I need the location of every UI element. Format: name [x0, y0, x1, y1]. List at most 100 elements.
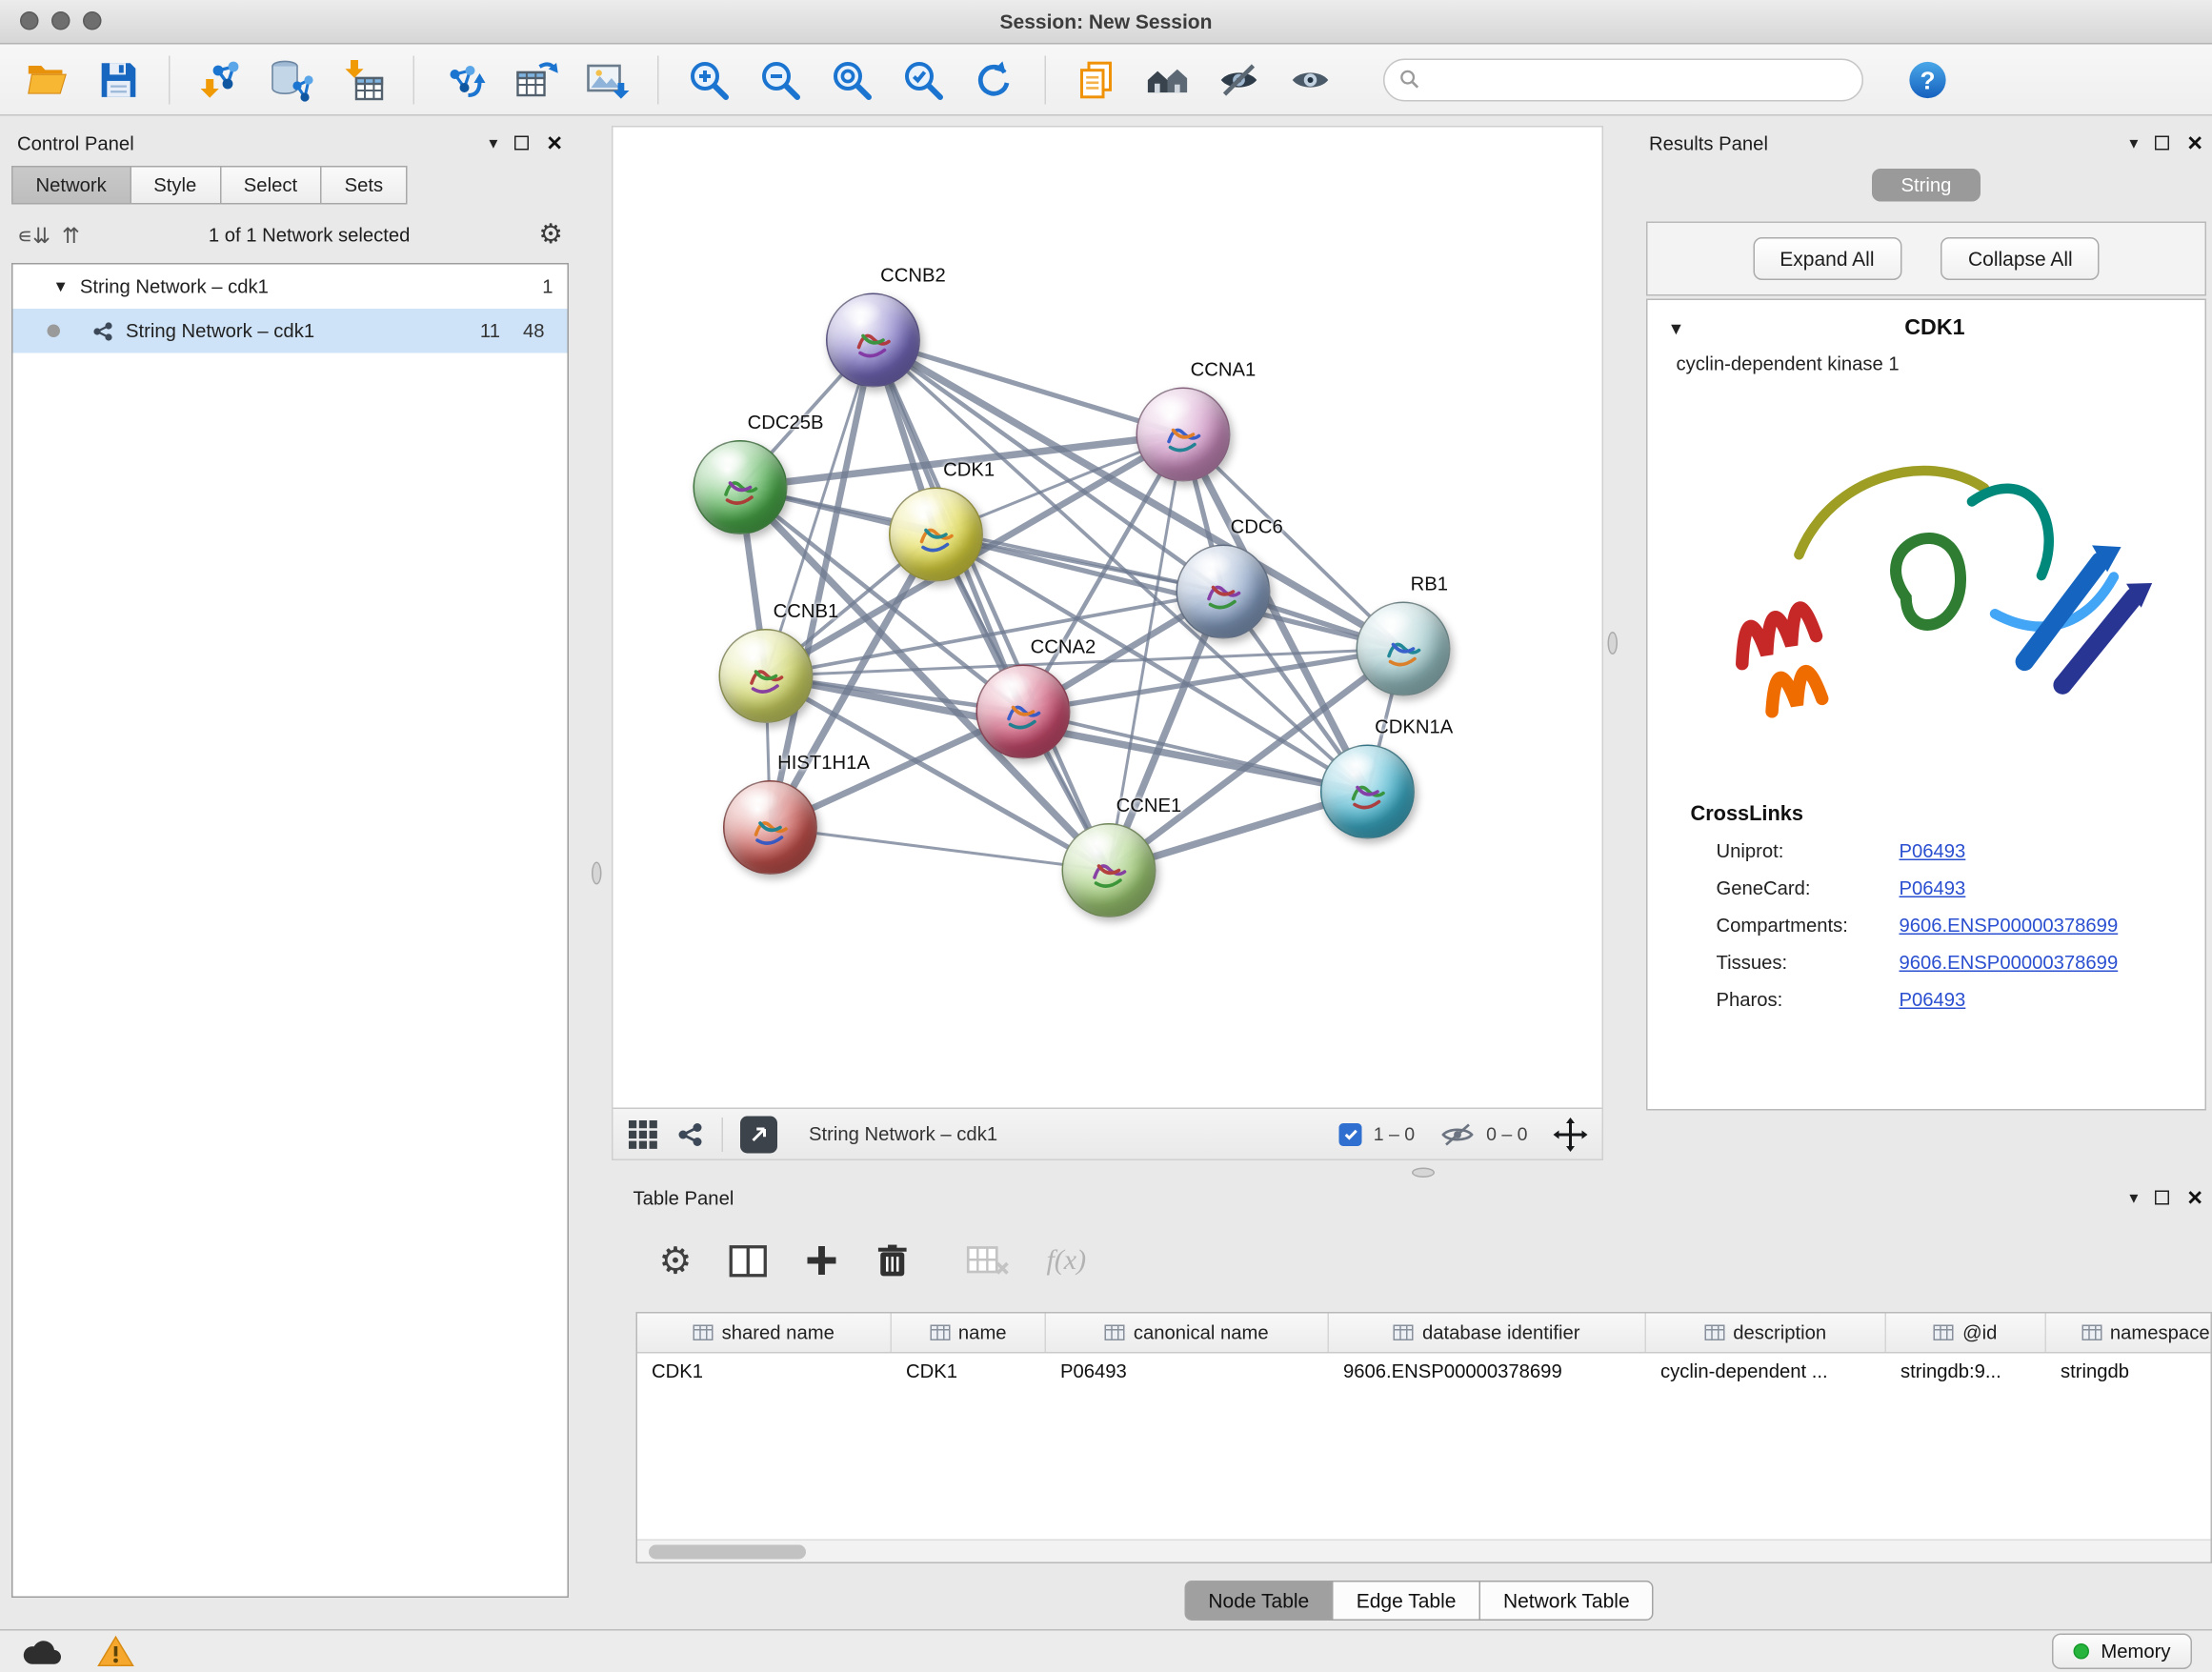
hidden-eye-icon[interactable] [1440, 1121, 1475, 1147]
cell-namespace[interactable]: stringdb [2046, 1354, 2212, 1394]
collapse-panel-icon[interactable]: ▾ [2129, 133, 2138, 153]
column-header-canonical-name[interactable]: canonical name [1046, 1314, 1329, 1353]
column-header-shared-name[interactable]: shared name [637, 1314, 892, 1353]
cell-description[interactable]: cyclin-dependent ... [1646, 1354, 1886, 1394]
network-glyph-icon[interactable] [676, 1119, 705, 1148]
minimize-window-icon[interactable] [51, 11, 70, 30]
delete-column-trash-icon[interactable] [876, 1242, 910, 1279]
maximize-window-icon[interactable] [83, 11, 102, 30]
protein-header[interactable]: ▼ CDK1 [1648, 300, 2205, 348]
tree-expand-icon[interactable]: ▼ [53, 278, 69, 295]
network-edge[interactable] [771, 828, 1110, 871]
open-session-button[interactable] [14, 50, 80, 110]
collapse-panel-icon[interactable]: ▾ [489, 133, 497, 153]
help-button[interactable]: ? [1895, 50, 1961, 110]
tab-select[interactable]: Select [219, 166, 321, 205]
network-node-ccna2[interactable]: CCNA2 [976, 665, 1071, 759]
add-column-icon[interactable] [805, 1243, 839, 1278]
warning-icon[interactable] [97, 1635, 134, 1668]
network-node-cdk1[interactable]: CDK1 [889, 488, 983, 582]
zoom-in-button[interactable] [676, 50, 742, 110]
close-window-icon[interactable] [20, 11, 39, 30]
column-header-namespace[interactable]: namespace [2046, 1314, 2212, 1353]
zoom-selected-button[interactable] [891, 50, 956, 110]
tab-sets[interactable]: Sets [320, 166, 408, 205]
tab-network[interactable]: Network [11, 166, 131, 205]
table-horizontal-scrollbar[interactable] [637, 1540, 2211, 1562]
crosslink-link-uniprot-[interactable]: P06493 [1900, 840, 2205, 862]
close-panel-icon[interactable]: ✕ [546, 131, 563, 155]
scrollbar-thumb[interactable] [649, 1545, 806, 1560]
splitter-handle[interactable] [1412, 1168, 1435, 1178]
close-panel-icon[interactable]: ✕ [2186, 131, 2203, 155]
cell-canonical-name[interactable]: P06493 [1046, 1354, 1329, 1394]
network-node-cdkn1a[interactable]: CDKN1A [1320, 745, 1415, 839]
float-panel-icon[interactable] [2155, 1191, 2169, 1205]
network-node-ccnb2[interactable]: CCNB2 [826, 293, 920, 388]
tab-string[interactable]: String [1873, 169, 1981, 202]
birdseye-view-button[interactable] [740, 1116, 777, 1153]
crosslink-link-pharos-[interactable]: P06493 [1900, 989, 2205, 1011]
float-panel-icon[interactable] [2155, 136, 2169, 151]
pan-crosshair-icon[interactable] [1554, 1117, 1588, 1151]
network-options-gear-icon[interactable]: ⚙ [538, 219, 563, 252]
zoom-out-button[interactable] [748, 50, 814, 110]
network-node-cdc6[interactable]: CDC6 [1176, 545, 1271, 639]
cell--id[interactable]: stringdb:9... [1886, 1354, 2046, 1394]
show-columns-icon[interactable] [729, 1244, 768, 1278]
search-input[interactable] [1429, 69, 1848, 91]
manage-styles-button[interactable] [1063, 50, 1129, 110]
export-network-button[interactable] [432, 50, 497, 110]
collapse-panel-icon[interactable]: ▾ [2129, 1188, 2138, 1208]
network-node-ccnb1[interactable]: CCNB1 [719, 629, 814, 723]
tab-style[interactable]: Style [130, 166, 221, 205]
expand-all-networks-icon[interactable]: ∊⇊ [17, 222, 50, 248]
network-node-hist1h1a[interactable]: HIST1H1A [723, 780, 817, 875]
expand-all-button[interactable]: Expand All [1753, 237, 1901, 280]
export-table-button[interactable] [503, 50, 569, 110]
splitter-handle[interactable] [592, 862, 602, 885]
network-edge[interactable] [874, 340, 1110, 871]
column-header-database-identifier[interactable]: database identifier [1329, 1314, 1646, 1353]
tab-network-table[interactable]: Network Table [1478, 1581, 1654, 1621]
apply-layout-button[interactable] [962, 50, 1028, 110]
collapse-all-button[interactable]: Collapse All [1941, 237, 2100, 280]
column-header--id[interactable]: @id [1886, 1314, 2046, 1353]
import-network-file-button[interactable] [188, 50, 253, 110]
network-row-selected[interactable]: String Network – cdk1 11 48 [13, 309, 568, 353]
network-node-rb1[interactable]: RB1 [1357, 602, 1451, 696]
table-settings-gear-icon[interactable]: ⚙ [659, 1239, 693, 1283]
network-node-cdc25b[interactable]: CDC25B [694, 440, 788, 534]
crosslink-link-compartments-[interactable]: 9606.ENSP00000378699 [1900, 915, 2205, 937]
cell-shared-name[interactable]: CDK1 [637, 1354, 892, 1394]
home-button[interactable] [1135, 50, 1200, 110]
cell-database-identifier[interactable]: 9606.ENSP00000378699 [1329, 1354, 1646, 1394]
cell-name[interactable]: CDK1 [892, 1354, 1046, 1394]
cloud-status-icon[interactable] [20, 1637, 63, 1667]
zoom-fit-button[interactable] [819, 50, 885, 110]
network-node-ccne1[interactable]: CCNE1 [1062, 823, 1156, 917]
tab-edge-table[interactable]: Edge Table [1332, 1581, 1480, 1621]
collapse-section-icon[interactable]: ▼ [1668, 319, 1685, 339]
save-session-button[interactable] [86, 50, 151, 110]
tab-node-table[interactable]: Node Table [1184, 1581, 1334, 1621]
close-panel-icon[interactable]: ✕ [2186, 1185, 2203, 1210]
export-image-button[interactable] [574, 50, 640, 110]
selected-checkbox-icon[interactable] [1339, 1122, 1362, 1145]
crosslink-link-genecard-[interactable]: P06493 [1900, 877, 2205, 899]
network-node-ccna1[interactable]: CCNA1 [1136, 388, 1231, 482]
float-panel-icon[interactable] [514, 136, 529, 151]
memory-button[interactable]: Memory [2052, 1634, 2192, 1670]
crosslink-link-tissues-[interactable]: 9606.ENSP00000378699 [1900, 952, 2205, 974]
table-row[interactable]: CDK1CDK1P064939606.ENSP00000378699cyclin… [637, 1354, 2211, 1394]
import-table-button[interactable] [331, 50, 396, 110]
network-canvas[interactable]: CCNB2 CCNA1 CDC25B CDK1 CDC6 RB1 CCNB1 CCNA2 CDK… [613, 128, 1605, 1110]
show-details-button[interactable] [1277, 50, 1343, 110]
column-header-name[interactable]: name [892, 1314, 1046, 1353]
collapse-all-networks-icon[interactable]: ⇈ [62, 222, 80, 248]
hide-details-button[interactable] [1206, 50, 1272, 110]
import-network-database-button[interactable] [259, 50, 325, 110]
column-header-description[interactable]: description [1646, 1314, 1886, 1353]
network-collection-row[interactable]: ▼ String Network – cdk1 1 [13, 265, 568, 310]
grid-view-icon[interactable] [628, 1118, 659, 1150]
